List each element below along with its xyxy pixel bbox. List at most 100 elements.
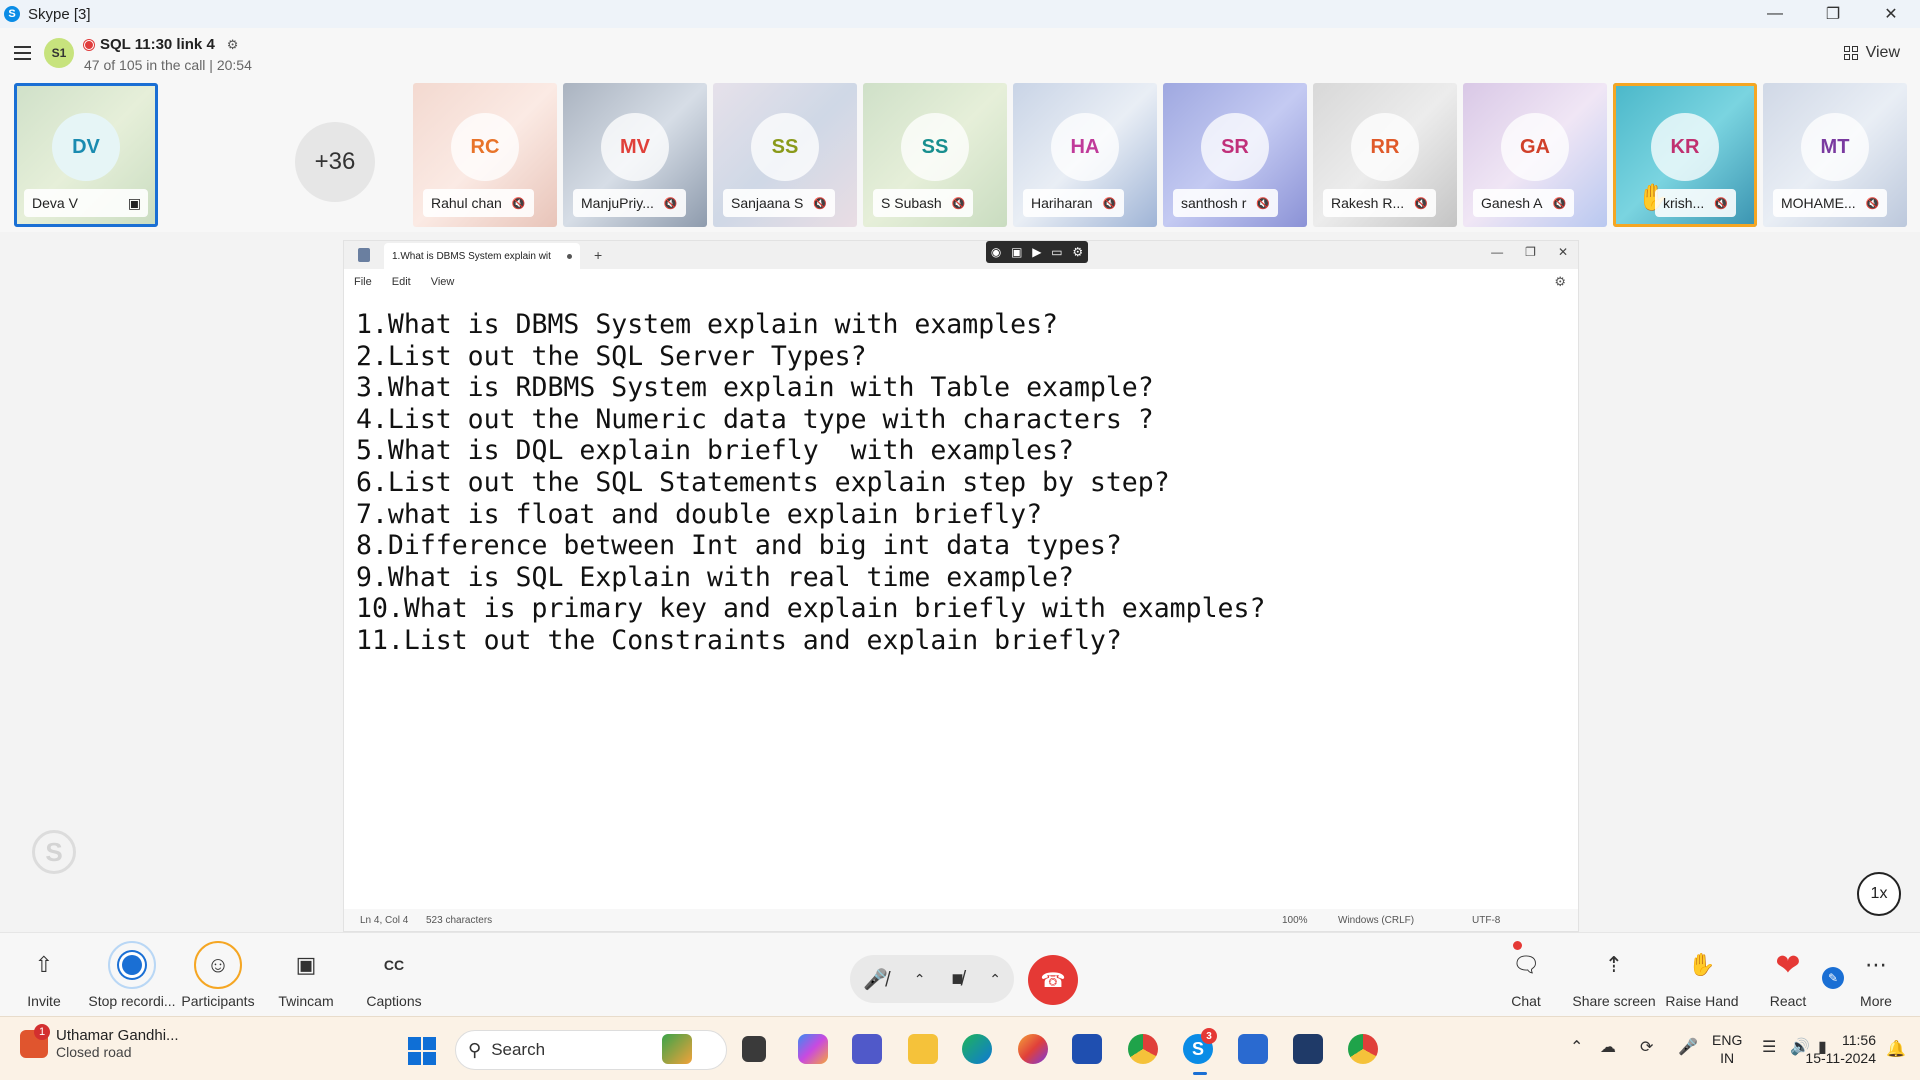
copilot-app-icon[interactable] [662, 1034, 692, 1064]
participants-button[interactable]: ☺ Participants [170, 941, 266, 1009]
ssms-icon[interactable] [1293, 1034, 1323, 1064]
playback-speed-button[interactable]: 1x [1857, 872, 1901, 916]
window-titlebar: S Skype [3] — ❐ ✕ [0, 0, 1920, 28]
participant-name-chip: Rahul chan 🔇 [423, 189, 534, 217]
file-explorer-icon[interactable] [908, 1034, 938, 1064]
minimize-button[interactable]: — [1746, 0, 1804, 28]
participant-tile[interactable]: SS S Subash 🔇 [863, 83, 1007, 227]
notepad-taskbar-icon[interactable] [1238, 1034, 1268, 1064]
notification-bell-icon[interactable]: 🔔 [1886, 1039, 1906, 1059]
camera-options-chevron-icon[interactable]: ⌃ [989, 971, 1001, 988]
participant-tile[interactable]: HA Hariharan 🔇 [1013, 83, 1157, 227]
chrome-icon-2[interactable] [1348, 1034, 1378, 1064]
search-icon: ⚲ [468, 1039, 482, 1060]
video-icon[interactable]: ▶ [1032, 245, 1041, 259]
notepad-settings-icon[interactable]: ⚙ [1554, 274, 1566, 290]
participant-name-chip: Rakesh R... 🔇 [1323, 189, 1436, 217]
participant-tile[interactable]: RC Rahul chan 🔇 [413, 83, 557, 227]
notepad-menubar: File Edit View ⚙ [344, 269, 1578, 295]
camera-icon[interactable]: ◉ [991, 245, 1001, 259]
weather-widget[interactable]: 1 Uthamar Gandhi... Closed road [20, 1023, 179, 1060]
mic-muted-icon[interactable]: 🎤̸ [863, 967, 888, 992]
microphone-icon[interactable]: 🎤 [1678, 1037, 1698, 1057]
more-button[interactable]: ⋯ More [1828, 941, 1920, 1009]
teams-icon[interactable] [852, 1034, 882, 1064]
stop-recording-button[interactable]: Stop recordi... [84, 941, 180, 1009]
participant-name-chip: MOHAME... 🔇 [1773, 189, 1888, 217]
invite-button[interactable]: ⇧ Invite [0, 941, 92, 1009]
clock[interactable]: 11:56 15-11-2024 [1805, 1031, 1876, 1067]
notepad-text-area[interactable]: 1.What is DBMS System explain with examp… [344, 295, 1578, 657]
chrome-icon[interactable] [1128, 1034, 1158, 1064]
text-line: 11.List out the Constraints and explain … [356, 624, 1122, 656]
chat-button[interactable]: 🗨 Chat [1478, 941, 1574, 1009]
window-icon[interactable]: ▭ [1051, 245, 1062, 259]
group-avatar[interactable]: S1 [44, 38, 74, 68]
copilot-icon[interactable] [798, 1034, 828, 1064]
restore-button[interactable]: ❐ [1804, 0, 1862, 28]
tray-chevron-icon[interactable]: ⌃ [1570, 1037, 1583, 1057]
participant-tile[interactable]: GA Ganesh A 🔇 [1463, 83, 1607, 227]
mic-off-icon: 🔇 [1714, 197, 1728, 210]
participant-tile[interactable]: KR ✋ krish... 🔇 [1613, 83, 1757, 227]
self-video-tile[interactable]: DV Deva V ▣ [14, 83, 158, 227]
skype-badge: 3 [1201, 1028, 1217, 1044]
character-count: 523 characters [426, 914, 493, 926]
av-controls: 🎤̸ ⌃ ■̸ ⌃ [850, 955, 1014, 1003]
new-tab-icon[interactable]: + [594, 247, 602, 263]
participant-tile[interactable]: MT MOHAME... 🔇 [1763, 83, 1907, 227]
participant-name-chip: krish... 🔇 [1655, 189, 1736, 217]
text-line: 8.Difference between Int and big int dat… [356, 530, 1122, 562]
sync-icon[interactable]: ⟳ [1640, 1037, 1653, 1057]
notepad-tabbar: 1.What is DBMS System explain wit + ◉ ▣ … [344, 241, 1578, 269]
store-icon[interactable] [1072, 1034, 1102, 1064]
mic-off-icon: 🔇 [951, 197, 966, 210]
screenshot-icon[interactable]: ▣ [1011, 245, 1022, 259]
menu-icon[interactable] [14, 46, 31, 60]
windows-start-icon[interactable] [408, 1037, 436, 1065]
call-settings-icon[interactable]: ⚙ [227, 37, 239, 53]
menu-edit[interactable]: Edit [392, 276, 411, 288]
mic-options-chevron-icon[interactable]: ⌃ [914, 971, 926, 988]
edge-icon[interactable] [962, 1034, 992, 1064]
raise-hand-button[interactable]: ✋ Raise Hand [1654, 941, 1750, 1009]
firefox-icon[interactable] [1018, 1034, 1048, 1064]
mic-off-icon: 🔇 [511, 197, 526, 210]
wifi-icon[interactable]: ☰ [1762, 1037, 1776, 1057]
participant-name-chip: Ganesh A 🔇 [1473, 189, 1575, 217]
participant-tile[interactable]: MV ManjuPriy... 🔇 [563, 83, 707, 227]
participant-name: S Subash [881, 195, 942, 211]
notepad-tab[interactable]: 1.What is DBMS System explain wit [384, 243, 580, 269]
avatar: SS [901, 113, 969, 181]
menu-file[interactable]: File [354, 276, 372, 288]
react-button[interactable]: ❤ ✎ React [1740, 941, 1844, 1009]
close-button[interactable]: ✕ [1862, 0, 1920, 28]
avatar: GA [1501, 113, 1569, 181]
twincam-button[interactable]: ▣ Twincam [258, 941, 354, 1009]
share-screen-button[interactable]: ⇡ Share screen [1566, 941, 1662, 1009]
participant-tile[interactable]: SS Sanjaana S 🔇 [713, 83, 857, 227]
settings-icon[interactable]: ⚙ [1072, 245, 1083, 259]
notepad-restore-icon[interactable]: ❐ [1525, 245, 1536, 259]
notepad-minimize-icon[interactable]: — [1491, 245, 1503, 259]
language-indicator[interactable]: ENG IN [1712, 1031, 1742, 1067]
notepad-close-icon[interactable]: ✕ [1558, 245, 1568, 259]
view-button[interactable]: View [1843, 44, 1900, 62]
skype-taskbar-icon[interactable]: S3 [1183, 1028, 1217, 1064]
menu-view[interactable]: View [431, 276, 455, 288]
participant-name: Sanjaana S [731, 195, 804, 211]
onedrive-icon[interactable]: ☁ [1600, 1037, 1616, 1057]
camera-off-icon[interactable]: ■̸ [951, 968, 963, 991]
participant-tile[interactable]: RR Rakesh R... 🔇 [1313, 83, 1457, 227]
end-call-button[interactable]: ☎ [1028, 955, 1078, 1005]
captions-button[interactable]: CC Captions [346, 941, 442, 1009]
file-app-icon[interactable] [742, 1036, 766, 1062]
more-participants-button[interactable]: +36 [295, 122, 375, 202]
mic-off-icon: 🔇 [1552, 197, 1567, 210]
grid-view-icon [1843, 46, 1858, 60]
share-screen-label: Share screen [1572, 993, 1656, 1009]
participant-name-chip: santhosh r 🔇 [1173, 189, 1279, 217]
mic-off-icon: 🔇 [663, 197, 678, 210]
participant-tile[interactable]: SR santhosh r 🔇 [1163, 83, 1307, 227]
text-line: 1.What is DBMS System explain with examp… [356, 309, 1058, 340]
